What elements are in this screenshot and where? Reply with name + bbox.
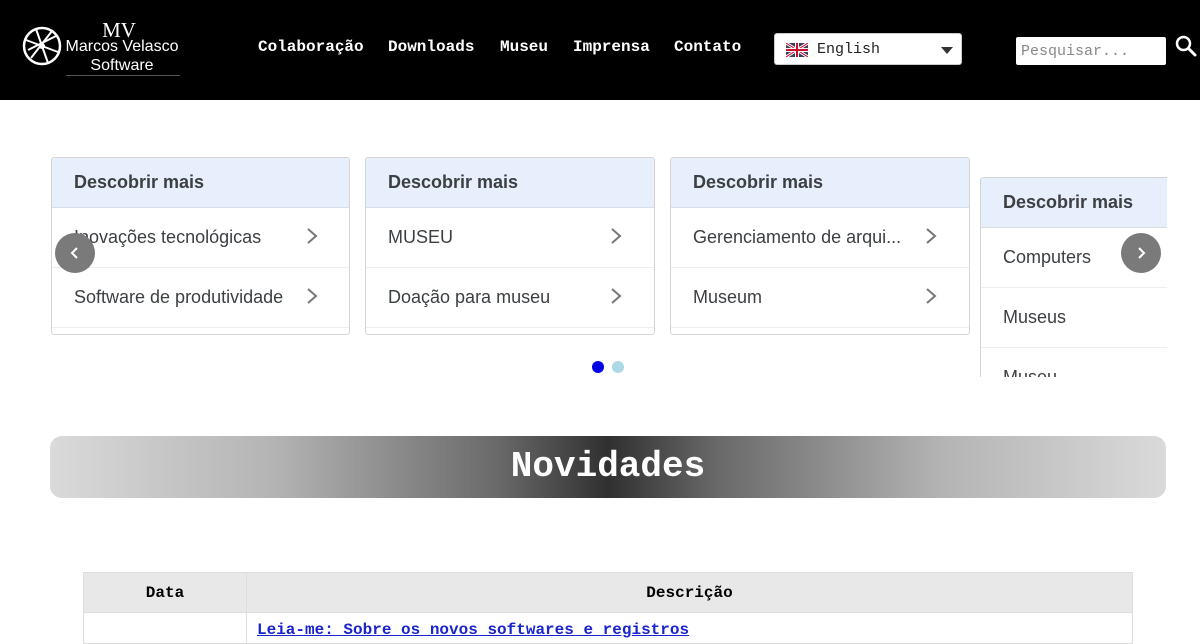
chevron-left-icon — [70, 247, 78, 259]
nav-museu[interactable]: Museu — [500, 38, 548, 56]
news-description-cell: Leia-me: Sobre os novos softwares e regi… — [246, 612, 1133, 644]
card-link-label: Museum — [693, 287, 763, 307]
card-title: Descobrir mais — [981, 178, 1167, 228]
caret-down-icon — [941, 47, 953, 54]
discover-card: Descobrir mais Inovações tecnológicas So… — [51, 157, 350, 335]
card-title: Descobrir mais — [671, 158, 969, 208]
card-link[interactable]: Museus — [981, 288, 1167, 348]
carousel-prev-button[interactable] — [55, 233, 95, 273]
card-link[interactable]: Software de produtividade — [52, 268, 349, 328]
logo-tagline: Software — [90, 57, 154, 74]
card-link[interactable]: Museum — [671, 268, 969, 328]
nav-imprensa[interactable]: Imprensa — [573, 38, 650, 56]
nav-contato[interactable]: Contato — [674, 38, 741, 56]
uk-flag-icon — [786, 43, 808, 57]
chevron-right-icon — [307, 228, 318, 244]
card-title: Descobrir mais — [366, 158, 654, 208]
globe-icon — [22, 26, 62, 66]
news-banner: Novidades — [50, 436, 1166, 498]
card-title: Descobrir mais — [52, 158, 349, 208]
card-link[interactable]: MUSEU — [366, 208, 654, 268]
news-date — [83, 612, 247, 644]
card-link-label: Software de produtividade — [74, 287, 284, 307]
site-logo[interactable]: MV Marcos Velasco Software — [22, 18, 182, 80]
discover-card: Descobrir mais Gerenciamento de arqui...… — [670, 157, 970, 335]
card-link-label: MUSEU — [388, 227, 454, 247]
card-link-label: Gerenciamento de arqui... — [693, 227, 902, 247]
site-header: MV Marcos Velasco Software Colaboração D… — [0, 0, 1200, 100]
carousel-dot-1[interactable] — [592, 361, 604, 373]
chevron-right-icon — [307, 288, 318, 304]
table-header-row: Data Descrição — [83, 572, 1133, 613]
card-link-label: Inovações tecnológicas — [74, 227, 262, 247]
carousel-next-button[interactable] — [1121, 233, 1161, 273]
discover-card: Descobrir mais MUSEU Doação para museu — [365, 157, 655, 335]
search-icon[interactable] — [1174, 34, 1198, 58]
card-link-label: Museus — [1003, 307, 1067, 327]
card-link-label: Museu — [1003, 367, 1058, 377]
logo-name: Marcos Velasco — [65, 38, 179, 55]
language-selected: English — [817, 41, 881, 58]
column-header-date: Data — [83, 572, 247, 613]
logo-divider — [66, 75, 180, 76]
chevron-right-icon — [611, 288, 622, 304]
chevron-right-icon — [611, 228, 622, 244]
search-input[interactable] — [1016, 37, 1166, 65]
language-select[interactable]: English — [774, 33, 962, 65]
chevron-right-icon — [926, 228, 937, 244]
card-link-label: Computers — [1003, 247, 1092, 267]
news-link[interactable]: Leia-me: Sobre os novos softwares e regi… — [257, 621, 689, 639]
carousel-dot-2[interactable] — [612, 361, 624, 373]
news-title: Novidades — [510, 446, 706, 487]
nav-colaboracao[interactable]: Colaboração — [258, 38, 364, 56]
nav-downloads[interactable]: Downloads — [388, 38, 474, 56]
news-table: Data Descrição Leia-me: Sobre os novos s… — [83, 572, 1133, 644]
card-link[interactable]: Gerenciamento de arqui... — [671, 208, 969, 268]
card-link-label: Doação para museu — [388, 287, 551, 307]
card-link[interactable]: Museu — [981, 348, 1167, 377]
discover-card-partial: Descobrir mais Computers Museus Museu — [980, 177, 1167, 377]
card-link[interactable]: Doação para museu — [366, 268, 654, 328]
table-row: Leia-me: Sobre os novos softwares e regi… — [83, 612, 1133, 644]
card-link[interactable]: Inovações tecnológicas — [52, 208, 349, 268]
chevron-right-icon — [926, 288, 937, 304]
column-header-description: Descrição — [246, 572, 1133, 613]
chevron-right-icon — [1138, 247, 1146, 259]
